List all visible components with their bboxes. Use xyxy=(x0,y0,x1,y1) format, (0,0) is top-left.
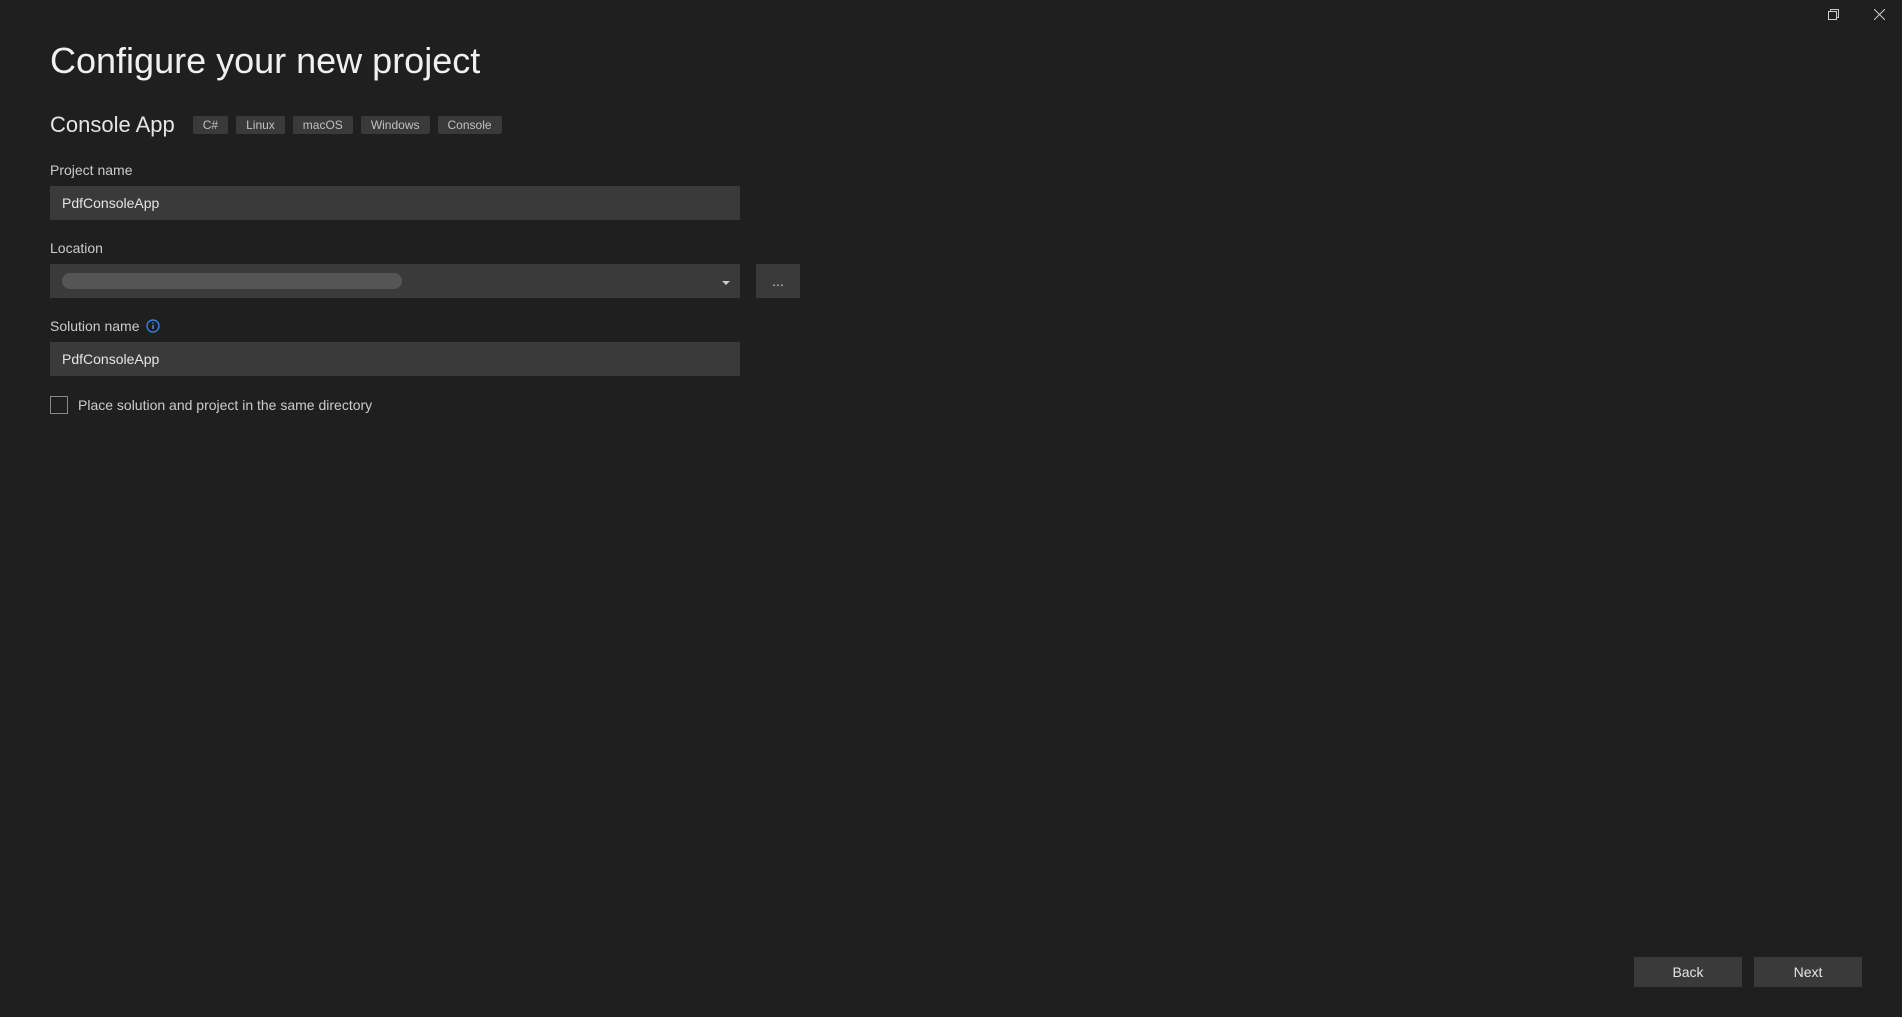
subtitle-row: Console App C# Linux macOS Windows Conso… xyxy=(50,112,1852,138)
place-same-dir-checkbox[interactable] xyxy=(50,396,68,414)
location-group: Location ... xyxy=(50,240,1852,298)
maximize-icon xyxy=(1828,7,1839,23)
location-value-redacted xyxy=(62,273,402,289)
place-same-dir-row: Place solution and project in the same d… xyxy=(50,396,1852,414)
next-button[interactable]: Next xyxy=(1754,957,1862,987)
project-name-group: Project name xyxy=(50,162,1852,220)
app-type-label: Console App xyxy=(50,112,175,138)
tag-console: Console xyxy=(438,116,502,134)
info-icon[interactable] xyxy=(146,319,160,333)
browse-button[interactable]: ... xyxy=(756,264,800,298)
back-button[interactable]: Back xyxy=(1634,957,1742,987)
tag-linux: Linux xyxy=(236,116,285,134)
project-name-label: Project name xyxy=(50,162,1852,178)
footer: Back Next xyxy=(1634,957,1862,987)
place-same-dir-label[interactable]: Place solution and project in the same d… xyxy=(78,397,372,413)
tag-macos: macOS xyxy=(293,116,353,134)
location-label: Location xyxy=(50,240,1852,256)
tag-csharp: C# xyxy=(193,116,228,134)
maximize-button[interactable] xyxy=(1810,0,1856,30)
location-row: ... xyxy=(50,264,1852,298)
window-controls xyxy=(1810,0,1902,30)
location-combobox[interactable] xyxy=(50,264,740,298)
tag-list: C# Linux macOS Windows Console xyxy=(193,116,502,134)
close-button[interactable] xyxy=(1856,0,1902,30)
main-content: Configure your new project Console App C… xyxy=(0,0,1902,414)
chevron-down-icon xyxy=(722,273,730,289)
close-icon xyxy=(1874,7,1885,23)
solution-name-input[interactable] xyxy=(50,342,740,376)
solution-name-label-text: Solution name xyxy=(50,318,140,334)
solution-name-label: Solution name xyxy=(50,318,1852,334)
tag-windows: Windows xyxy=(361,116,430,134)
page-title: Configure your new project xyxy=(50,40,1852,82)
solution-name-group: Solution name xyxy=(50,318,1852,376)
project-name-input[interactable] xyxy=(50,186,740,220)
